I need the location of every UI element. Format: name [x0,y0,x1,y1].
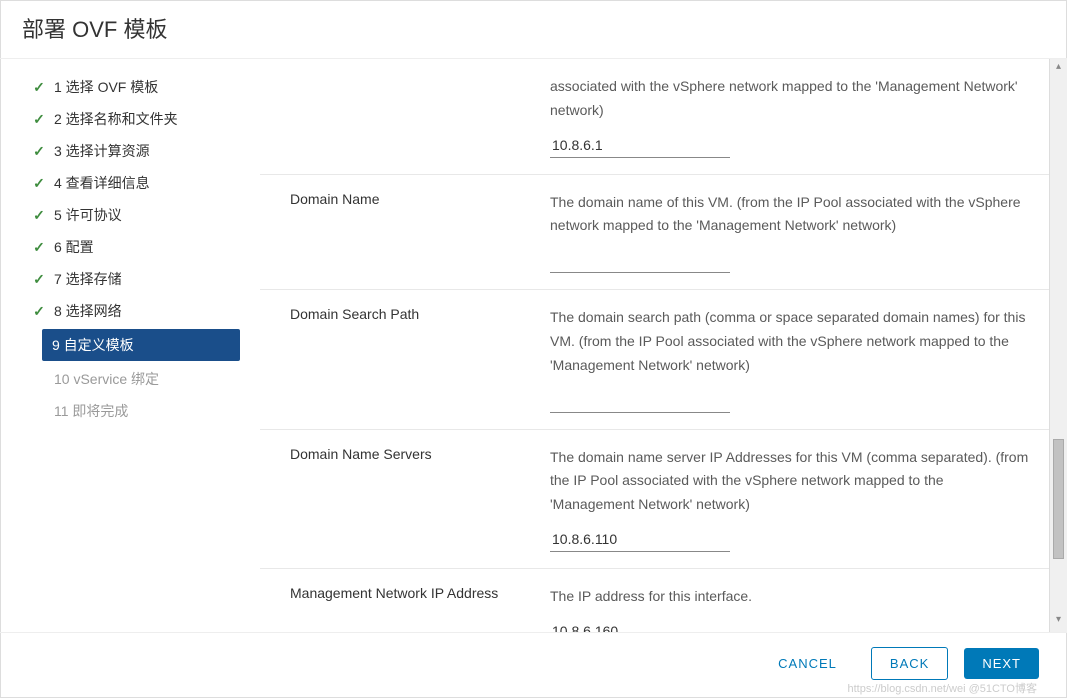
dialog-body: ✓ 1 选择 OVF 模板 ✓ 2 选择名称和文件夹 ✓ 3 选择计算资源 ✓ 4 查看详细信… [0,59,1067,632]
scrollbar-thumb[interactable] [1053,439,1064,559]
wizard-step-4[interactable]: ✓ 4 查看详细信息 [26,169,240,197]
step-label: 5 许可协议 [54,205,122,225]
watermark: https://blog.csdn.net/wei @51CTO博客 [848,680,1038,696]
desc-search-path: The domain search path (comma or space s… [550,306,1029,377]
desc-mgmt-ip: The IP address for this interface. [550,585,1029,609]
label-search-path: Domain Search Path [290,306,550,412]
step-label: 8 选择网络 [54,301,122,321]
desc-gateway: associated with the vSphere network mapp… [550,75,1029,123]
row-mgmt-ip: Management Network IP Address The IP add… [260,568,1049,632]
desc-dns: The domain name server IP Addresses for … [550,446,1029,517]
label-domain-name: Domain Name [290,191,550,274]
input-mgmt-ip[interactable] [550,619,730,632]
wizard-step-6[interactable]: ✓ 6 配置 [26,233,240,261]
next-button[interactable]: NEXT [964,648,1039,679]
step-label: 6 配置 [54,237,94,257]
input-gateway[interactable] [550,133,730,158]
label-gateway [290,75,550,158]
step-label: 10 vService 绑定 [54,369,159,389]
step-label: 2 选择名称和文件夹 [54,109,178,129]
wizard-step-3[interactable]: ✓ 3 选择计算资源 [26,137,240,165]
outer-scrollbar[interactable]: ▴ ▾ [1049,59,1067,632]
step-label: 1 选择 OVF 模板 [54,77,158,97]
back-button[interactable]: BACK [871,647,948,680]
wizard-step-2[interactable]: ✓ 2 选择名称和文件夹 [26,105,240,133]
check-icon: ✓ [32,111,46,128]
scroll-down-arrow-icon[interactable]: ▾ [1050,614,1067,630]
label-dns: Domain Name Servers [290,446,550,552]
wizard-step-7[interactable]: ✓ 7 选择存储 [26,265,240,293]
check-icon: ✓ [32,207,46,224]
step-label: 4 查看详细信息 [54,173,150,193]
wizard-step-11: 11 即将完成 [26,397,240,425]
step-label: 3 选择计算资源 [54,141,150,161]
row-domain-name: Domain Name The domain name of this VM. … [260,174,1049,290]
content-area: associated with the vSphere network mapp… [260,59,1067,632]
step-label: 11 即将完成 [54,401,128,421]
check-icon: ✓ [32,143,46,160]
wizard-step-10: 10 vService 绑定 [26,365,240,393]
check-icon: ✓ [32,271,46,288]
dialog-footer: CANCEL BACK NEXT https://blog.csdn.net/w… [0,632,1067,698]
wizard-step-1[interactable]: ✓ 1 选择 OVF 模板 [26,73,240,101]
label-mgmt-ip: Management Network IP Address [290,585,550,632]
input-search-path[interactable] [550,388,730,413]
row-gateway: associated with the vSphere network mapp… [260,59,1049,174]
step-label: 9 自定义模板 [52,335,134,355]
wizard-step-5[interactable]: ✓ 5 许可协议 [26,201,240,229]
check-icon: ✓ [32,79,46,96]
row-dns: Domain Name Servers The domain name serv… [260,429,1049,568]
cancel-button[interactable]: CANCEL [760,648,855,679]
dialog-title: 部署 OVF 模板 [0,0,1067,59]
ovf-deploy-dialog: 部署 OVF 模板 ✓ 1 选择 OVF 模板 ✓ 2 选择名称和文件夹 ✓ 3 选择计算… [0,0,1067,698]
step-label: 7 选择存储 [54,269,122,289]
desc-domain-name: The domain name of this VM. (from the IP… [550,191,1029,239]
check-icon: ✓ [32,239,46,256]
wizard-steps-sidebar: ✓ 1 选择 OVF 模板 ✓ 2 选择名称和文件夹 ✓ 3 选择计算资源 ✓ 4 查看详细信… [0,59,260,632]
scroll-up-arrow-icon[interactable]: ▴ [1050,61,1067,77]
check-icon: ✓ [32,175,46,192]
wizard-step-9[interactable]: 9 自定义模板 [42,329,240,361]
form-scroll-area[interactable]: associated with the vSphere network mapp… [260,59,1049,632]
row-search-path: Domain Search Path The domain search pat… [260,289,1049,428]
wizard-step-8[interactable]: ✓ 8 选择网络 [26,297,240,325]
input-dns[interactable] [550,527,730,552]
input-domain-name[interactable] [550,248,730,273]
check-icon: ✓ [32,303,46,320]
